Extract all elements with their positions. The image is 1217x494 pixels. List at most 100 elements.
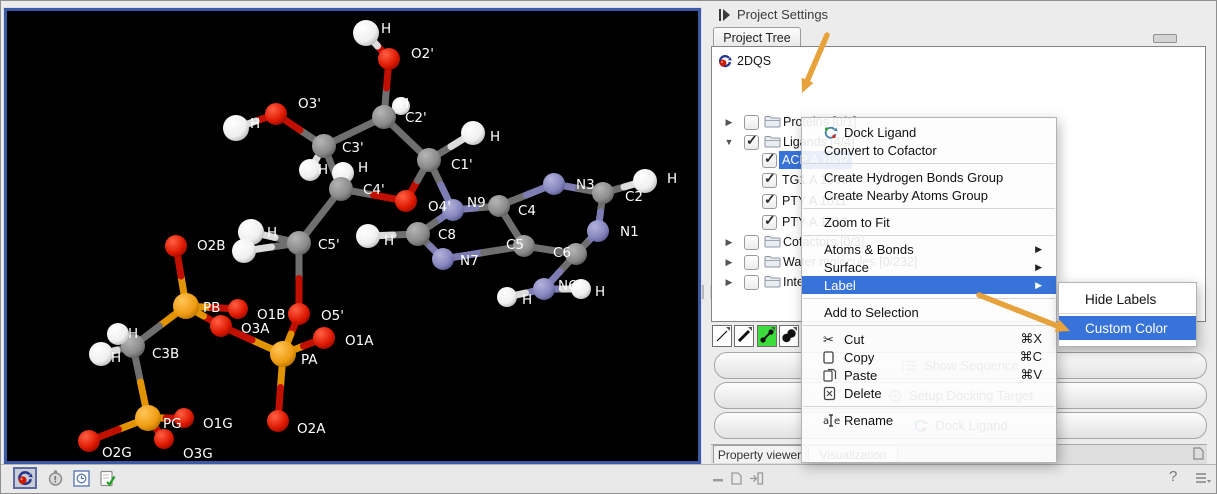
atom-o4'[interactable] (395, 190, 417, 212)
tree-checkbox[interactable] (762, 215, 777, 230)
menu-item-label[interactable]: Label▶ (802, 276, 1056, 294)
atom-h[interactable] (461, 121, 485, 145)
menu-item-dock-ligand[interactable]: Dock Ligand (802, 123, 1056, 141)
tree-checkbox[interactable] (762, 194, 777, 209)
submenu-item-custom-color[interactable]: Custom Color (1059, 316, 1196, 340)
atom-label: H (318, 162, 328, 178)
status-bar (1, 464, 1216, 493)
atom-pg[interactable] (135, 405, 161, 431)
atom-c2'[interactable] (372, 105, 396, 129)
atom-o2a[interactable] (267, 410, 289, 432)
chevron-right-icon[interactable]: ▶ (724, 257, 734, 268)
tree-root-label: 2DQS (734, 52, 774, 70)
atom-label: C5 (506, 237, 524, 253)
tree-checkbox[interactable] (744, 115, 759, 130)
tree-checkbox[interactable] (744, 275, 759, 290)
atom-h[interactable] (356, 224, 380, 248)
menu-item-label: Rename (844, 413, 893, 428)
atom-o1a[interactable] (313, 327, 335, 349)
help-button[interactable]: ? (1169, 468, 1177, 485)
menu-item-add-to-selection[interactable]: Add to Selection (802, 303, 1056, 321)
atom-n6[interactable] (533, 278, 555, 300)
tab-property-viewer[interactable]: Property viewer (713, 445, 806, 463)
atom-label: PG (163, 416, 182, 432)
atom-h[interactable] (353, 20, 379, 46)
atom-label: N6 (558, 278, 577, 294)
minimize-panel-button[interactable] (1153, 34, 1177, 43)
wireframe-style-button[interactable] (712, 325, 732, 347)
collapse-panel-icon[interactable] (718, 8, 732, 22)
ballstick-style-button[interactable] (757, 325, 777, 347)
menu-item-rename[interactable]: aeRename (802, 411, 1056, 429)
atom-h[interactable] (89, 342, 113, 366)
atom-label: N1 (620, 224, 639, 240)
project-molecule-icon[interactable] (13, 467, 37, 489)
atom-h[interactable] (223, 115, 249, 141)
clock-log-icon[interactable] (69, 467, 93, 489)
menu-item-label: Label (824, 278, 856, 293)
list-menu-icon[interactable] (1195, 471, 1211, 490)
atom-o2'[interactable] (378, 48, 400, 70)
tab-project-tree[interactable]: Project Tree (713, 27, 801, 47)
tree-checkbox[interactable] (762, 173, 777, 188)
menu-item-surface[interactable]: Surface▶ (802, 258, 1056, 276)
atom-c5'[interactable] (287, 231, 311, 255)
atom-o2g[interactable] (78, 430, 100, 452)
atom-label: O2A (297, 421, 326, 437)
atom-c3'[interactable] (312, 134, 336, 158)
menu-item-paste[interactable]: Paste⌘V (802, 366, 1056, 384)
spacefill-style-button[interactable] (779, 325, 799, 347)
atom-h[interactable] (497, 287, 517, 307)
atom-o3g[interactable] (154, 429, 174, 449)
atom-n7[interactable] (432, 248, 454, 270)
sticks-style-button[interactable] (734, 325, 754, 347)
atom-c4[interactable] (488, 195, 510, 217)
tree-checkbox[interactable] (744, 255, 759, 270)
tree-checkbox[interactable] (762, 153, 777, 168)
atom-o2b[interactable] (165, 235, 187, 257)
menu-item-atoms-bonds[interactable]: Atoms & Bonds▶ (802, 240, 1056, 258)
atom-o5'[interactable] (288, 303, 310, 325)
menu-item-create-nearby-atoms-group[interactable]: Create Nearby Atoms Group (802, 186, 1056, 204)
submenu-item-hide-labels[interactable]: Hide Labels (1059, 287, 1196, 311)
menu-item-create-hydrogen-bonds-group[interactable]: Create Hydrogen Bonds Group (802, 168, 1056, 186)
atom-c8[interactable] (406, 222, 430, 246)
atom-label: C8 (438, 227, 456, 243)
page-icon[interactable] (730, 472, 743, 490)
atom-o3'[interactable] (265, 103, 287, 125)
atom-h[interactable] (107, 323, 129, 345)
chevron-right-icon[interactable]: ▶ (724, 117, 734, 128)
menu-item-cut[interactable]: ✂Cut⌘X (802, 330, 1056, 348)
atom-label: H (267, 225, 277, 241)
checklist-icon[interactable] (95, 467, 119, 489)
atom-n1[interactable] (587, 220, 609, 242)
atom-o3a[interactable] (210, 315, 232, 337)
sticks-icon (736, 328, 753, 344)
atom-label: H (381, 21, 391, 37)
atom-h[interactable] (232, 239, 256, 263)
dock-arrow-icon[interactable] (750, 472, 764, 490)
atom-c4'[interactable] (329, 177, 353, 201)
menu-item-label: Paste (844, 368, 877, 383)
page-icon[interactable] (1192, 447, 1205, 465)
atom-label: H (111, 350, 121, 366)
chevron-down-icon[interactable]: ▼ (724, 137, 734, 147)
chevron-right-icon[interactable]: ▶ (724, 277, 734, 288)
molecule-viewer[interactable]: HO2'HC2'O3'HC3'C1'HHHC4'O4'N9C8HN7C5'HC4… (4, 8, 701, 464)
menu-item-zoom-to-fit[interactable]: Zoom to Fit (802, 213, 1056, 231)
stopwatch-icon[interactable]: ! (43, 467, 67, 489)
collapse-icon[interactable] (712, 472, 725, 490)
menu-item-convert-to-cofactor[interactable]: Convert to Cofactor (802, 141, 1056, 159)
menu-item-delete[interactable]: Delete (802, 384, 1056, 402)
tree-checkbox[interactable] (744, 135, 759, 150)
atom-pa[interactable] (270, 341, 296, 367)
menu-separator (803, 325, 1055, 326)
atom-n3[interactable] (543, 173, 565, 195)
menu-item-copy[interactable]: Copy⌘C (802, 348, 1056, 366)
tree-checkbox[interactable] (744, 235, 759, 250)
atom-o1b[interactable] (228, 299, 248, 319)
atom-pb[interactable] (173, 293, 199, 319)
atom-c2[interactable] (592, 182, 614, 204)
atom-c1'[interactable] (417, 148, 441, 172)
chevron-right-icon[interactable]: ▶ (724, 237, 734, 248)
